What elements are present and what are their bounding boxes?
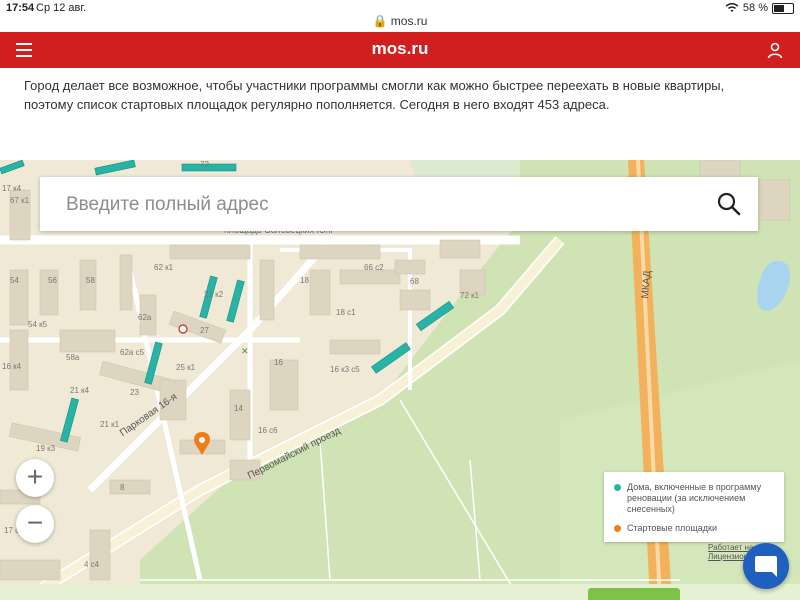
bottom-bar [0, 584, 800, 600]
house-number: 16 к4 [2, 362, 22, 371]
legend-item-renovation: Дома, включенные в программу реновации (… [614, 482, 777, 515]
legend-dot-orange [614, 525, 621, 532]
house-number: 54 [10, 276, 19, 285]
address-search [40, 177, 758, 231]
site-header: mos.ru [0, 32, 800, 68]
house-number: 27 [200, 326, 209, 335]
bottom-action-button[interactable] [588, 588, 680, 600]
house-number: 8 [120, 483, 125, 492]
lock-icon: 🔒 [372, 14, 388, 28]
house-number: 21 к1 [100, 420, 120, 429]
house-number: 14 [234, 404, 243, 413]
map-legend: Дома, включенные в программу реновации (… [604, 472, 784, 542]
house-number: 18 с1 [336, 308, 356, 317]
house-number: 66 с2 [364, 263, 384, 272]
house-number: 21 к2 [204, 290, 224, 299]
chat-button[interactable] [743, 543, 789, 589]
intro-paragraph: Город делает все возможное, чтобы участн… [24, 78, 725, 112]
address-bar-url: mos.ru [390, 14, 428, 28]
house-number: 23 [130, 388, 139, 397]
house-number: 16 [274, 358, 283, 367]
zoom-in-button[interactable]: + [16, 459, 54, 497]
house-number: 19 к3 [36, 444, 56, 453]
house-number: 17 к4 [2, 184, 22, 193]
house-number: 72 к1 [460, 291, 480, 300]
house-number: 72 [200, 160, 209, 169]
zoom-out-button[interactable]: − [16, 505, 54, 543]
house-number: 62а [138, 313, 152, 322]
house-number: 58а [66, 353, 80, 362]
house-number: 67 к1 [10, 196, 30, 205]
legend-label: Дома, включенные в программу реновации (… [627, 482, 762, 514]
house-number: 4 с4 [84, 560, 100, 569]
chat-icon [755, 556, 777, 577]
house-number: 16 с6 [258, 426, 278, 435]
house-number: 54 к5 [28, 320, 48, 329]
legend-dot-teal [614, 484, 621, 491]
house-number: 62 к1 [154, 263, 174, 272]
user-icon[interactable] [766, 41, 784, 59]
house-number: 25 к1 [176, 363, 196, 372]
house-number: 18 [300, 276, 309, 285]
svg-text:✕: ✕ [241, 346, 249, 356]
house-number: 21 к4 [70, 386, 90, 395]
house-number: 56 [48, 276, 57, 285]
legend-item-start-sites: Стартовые площадки [614, 523, 717, 534]
site-logo[interactable]: mos.ru [0, 39, 800, 59]
legend-label: Стартовые площадки [627, 523, 717, 533]
house-number: 62а с5 [120, 348, 145, 357]
house-number: 68 [410, 277, 419, 286]
house-number: 58 [86, 276, 95, 285]
search-icon[interactable] [716, 191, 742, 217]
address-bar[interactable]: 🔒 mos.ru [0, 12, 800, 32]
address-search-input[interactable] [64, 191, 668, 219]
house-number: 16 к3 с5 [330, 365, 360, 374]
